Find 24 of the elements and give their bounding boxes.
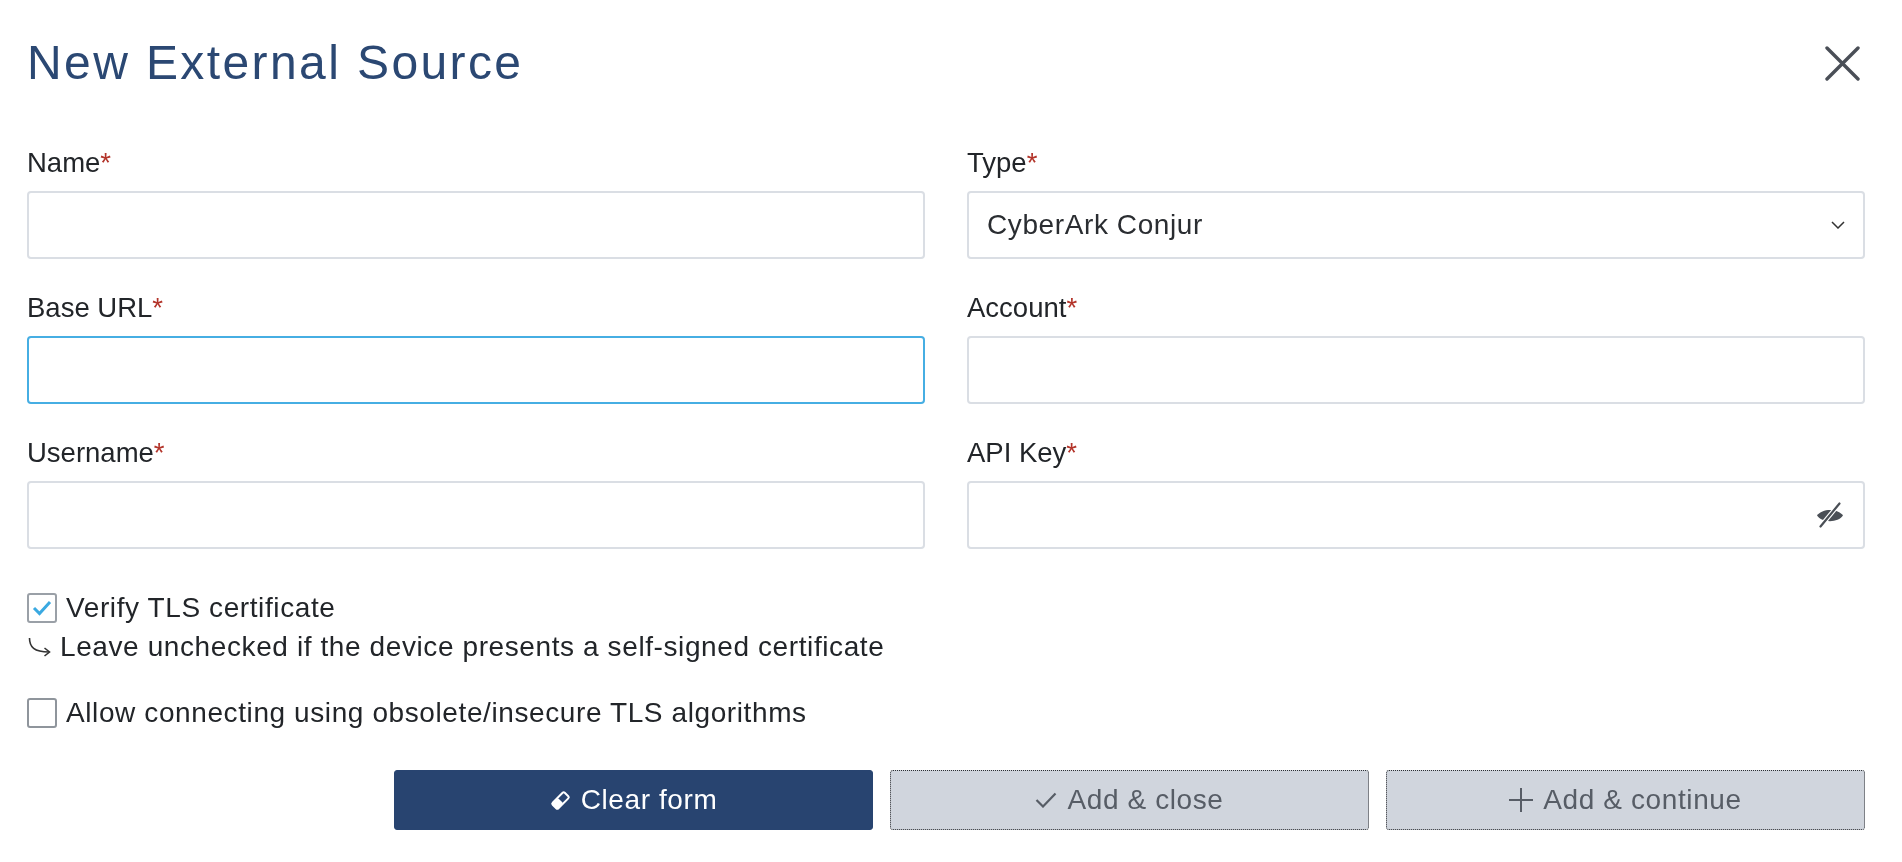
plus-icon [1509,788,1534,812]
clear-form-button[interactable]: Clear form [394,770,873,830]
checkbox-label: Verify TLS certificate [66,591,336,625]
field-label: Name* [27,146,113,180]
field-label: Type* [967,146,1039,180]
text-field[interactable] [27,336,925,404]
password-field[interactable] [967,481,1865,549]
checkbox[interactable] [27,698,57,728]
checkbox[interactable] [27,593,57,623]
field-label: Account* [967,291,1079,325]
field-label: Username* [27,436,166,470]
check-icon [1035,792,1058,808]
dropdown[interactable]: CyberArk Conjur [967,191,1865,259]
field-label: Base URL* [27,291,165,325]
chevron-down-icon [1831,221,1845,229]
eraser-icon [549,789,571,811]
check-icon [32,600,52,616]
dialog-title: New External Source [27,35,524,91]
hint-text: Leave unchecked if the device presents a self-signed certificate [60,630,885,664]
close-icon[interactable] [1825,45,1860,81]
curved-arrow-icon [28,637,51,657]
field-label: API Key* [967,436,1079,470]
eye-slash-icon[interactable] [1816,502,1844,528]
checkbox-label: Allow connecting using obsolete/insecure TLS algorithms [66,696,807,730]
